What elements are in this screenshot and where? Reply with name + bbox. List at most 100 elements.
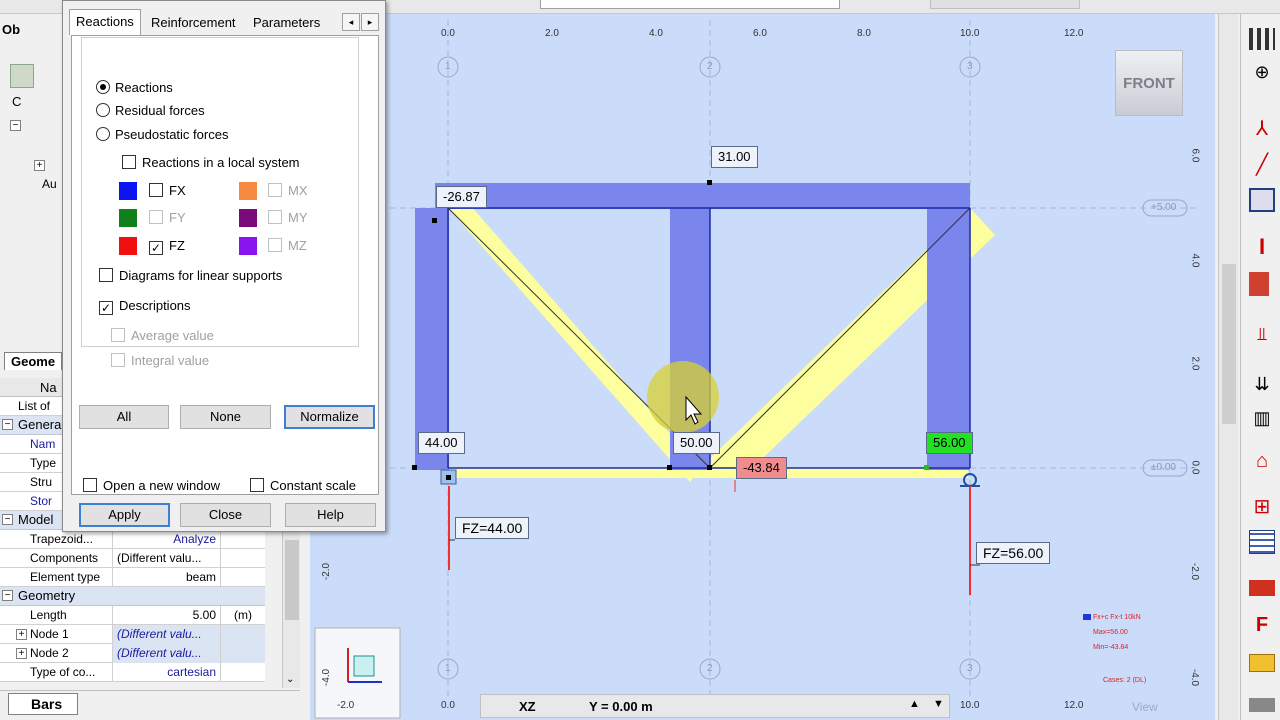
mx-color-swatch[interactable]: [239, 182, 257, 200]
node-marker: [667, 465, 672, 470]
fy-checkbox[interactable]: FY: [149, 210, 186, 225]
fx-color-swatch[interactable]: [119, 182, 137, 200]
frame-icon[interactable]: ⊞: [1249, 494, 1275, 518]
tick-right: 6.0: [1189, 148, 1201, 163]
flag-icon[interactable]: F: [1249, 614, 1275, 638]
checkbox[interactable]: [149, 183, 163, 197]
level-tag: +5.00: [1151, 202, 1177, 213]
status-plane[interactable]: XZ: [519, 699, 536, 714]
tick-right: -2.0: [1189, 562, 1201, 581]
normalize-button[interactable]: Normalize: [284, 405, 375, 429]
section-icon[interactable]: [1249, 188, 1275, 212]
fy-color-swatch[interactable]: [119, 209, 137, 227]
all-button[interactable]: All: [79, 405, 169, 429]
tab-parameters[interactable]: Parameters: [247, 11, 326, 35]
cursor-highlight: [647, 361, 719, 433]
top-chord-band: [435, 183, 970, 209]
local-system-checkbox[interactable]: Reactions in a local system: [122, 155, 300, 170]
checkbox[interactable]: [111, 353, 125, 367]
results-table-icon[interactable]: [1249, 530, 1275, 554]
diagrams-linear-checkbox[interactable]: Diagrams for linear supports: [99, 268, 282, 283]
average-value-checkbox[interactable]: Average value: [111, 328, 214, 343]
checkbox[interactable]: [149, 210, 163, 224]
open-new-window-checkbox[interactable]: Open a new window: [83, 478, 220, 493]
tick-top: 12.0: [1064, 28, 1084, 39]
apply-button[interactable]: Apply: [79, 503, 170, 527]
descriptions-checkbox[interactable]: ✓ Descriptions: [99, 298, 191, 315]
fz-checkbox[interactable]: ✓ FZ: [149, 238, 185, 255]
value-label: 50.00: [673, 432, 720, 454]
mz-color-swatch[interactable]: [239, 237, 257, 255]
building-icon[interactable]: ⌂: [1249, 450, 1275, 474]
axis-marker-label: 2: [707, 663, 713, 674]
constant-scale-checkbox[interactable]: Constant scale: [250, 478, 356, 493]
material-icon[interactable]: [1249, 272, 1269, 296]
checkbox[interactable]: [111, 328, 125, 342]
my-checkbox[interactable]: MY: [268, 210, 308, 225]
table-icon[interactable]: ▥: [1249, 408, 1275, 432]
legend-case: Fx+c Fx-t 10kN: [1093, 614, 1141, 621]
checkbox[interactable]: [268, 238, 282, 252]
integral-value-checkbox[interactable]: Integral value: [111, 353, 209, 368]
tick-top: 0.0: [441, 28, 455, 39]
close-button[interactable]: Close: [180, 503, 271, 527]
support-icon[interactable]: ⅄: [1249, 116, 1275, 140]
steel-icon[interactable]: [1249, 580, 1275, 596]
radio-pseudostatic[interactable]: Pseudostatic forces: [96, 127, 228, 142]
tick-top: 8.0: [857, 28, 871, 39]
tab-reinforcement[interactable]: Reinforcement: [145, 11, 242, 35]
tick-right: 2.0: [1189, 356, 1201, 371]
grid-icon[interactable]: [1249, 28, 1275, 50]
fx-checkbox[interactable]: FX: [149, 183, 186, 198]
tick-right: -4.0: [1189, 668, 1201, 687]
checkbox[interactable]: [250, 478, 264, 492]
bar-icon[interactable]: ╱: [1249, 152, 1275, 176]
arrow-up-icon[interactable]: ▲: [909, 698, 920, 710]
fz-color-swatch[interactable]: [119, 237, 137, 255]
axis-marker-label: 3: [967, 663, 973, 674]
checkbox[interactable]: ✓: [149, 241, 163, 255]
checkbox-label: Integral value: [131, 353, 210, 368]
axis-marker-label: 1: [445, 61, 451, 72]
checkbox[interactable]: [83, 478, 97, 492]
release-icon[interactable]: ⫫: [1249, 324, 1275, 348]
radio-reactions[interactable]: Reactions: [96, 80, 173, 95]
canvas-scrollbar[interactable]: [1218, 14, 1238, 720]
tab-reactions[interactable]: Reactions: [69, 9, 141, 35]
reactions-dialog: Reactions Reinforcement Parameters ◂ ▸ R…: [62, 0, 386, 532]
value-label: -26.87: [436, 186, 487, 208]
checkbox-label: FX: [169, 183, 186, 198]
gizmo-plane-icon: [353, 655, 375, 677]
slab-icon[interactable]: [1249, 654, 1275, 672]
checkbox[interactable]: ✓: [99, 301, 113, 315]
profile-icon[interactable]: I: [1249, 234, 1275, 259]
tab-scroll-left-icon[interactable]: ◂: [342, 13, 360, 31]
scroll-thumb[interactable]: [1222, 264, 1236, 424]
status-y[interactable]: Y = 0.00 m: [589, 699, 653, 714]
checkbox[interactable]: [122, 155, 136, 169]
checkbox-label: Reactions in a local system: [142, 155, 300, 170]
radio-residual[interactable]: Residual forces: [96, 103, 205, 118]
my-color-swatch[interactable]: [239, 209, 257, 227]
mz-checkbox[interactable]: MZ: [268, 238, 307, 253]
checkbox[interactable]: [268, 210, 282, 224]
radio-indicator[interactable]: [96, 127, 110, 141]
radio-indicator[interactable]: [96, 103, 110, 117]
checkbox[interactable]: [99, 268, 113, 282]
none-button[interactable]: None: [180, 405, 271, 429]
checkbox[interactable]: [268, 183, 282, 197]
mx-checkbox[interactable]: MX: [268, 183, 308, 198]
checkbox-label: MZ: [288, 238, 307, 253]
radio-indicator[interactable]: [96, 80, 110, 94]
help-button[interactable]: Help: [285, 503, 376, 527]
loads-icon[interactable]: ⇊: [1249, 374, 1275, 398]
node-icon[interactable]: ⊕: [1249, 62, 1275, 86]
axis-marker-label: 2: [707, 61, 713, 72]
layers-icon[interactable]: [1249, 698, 1275, 712]
level-tag: ±0.00: [1151, 462, 1176, 473]
tick-bottom: 12.0: [1064, 700, 1084, 711]
tab-scroll-right-icon[interactable]: ▸: [361, 13, 379, 31]
arrow-down-icon[interactable]: ▼: [933, 698, 944, 710]
tick-top: 6.0: [753, 28, 767, 39]
view-cube[interactable]: FRONT: [1115, 50, 1183, 116]
